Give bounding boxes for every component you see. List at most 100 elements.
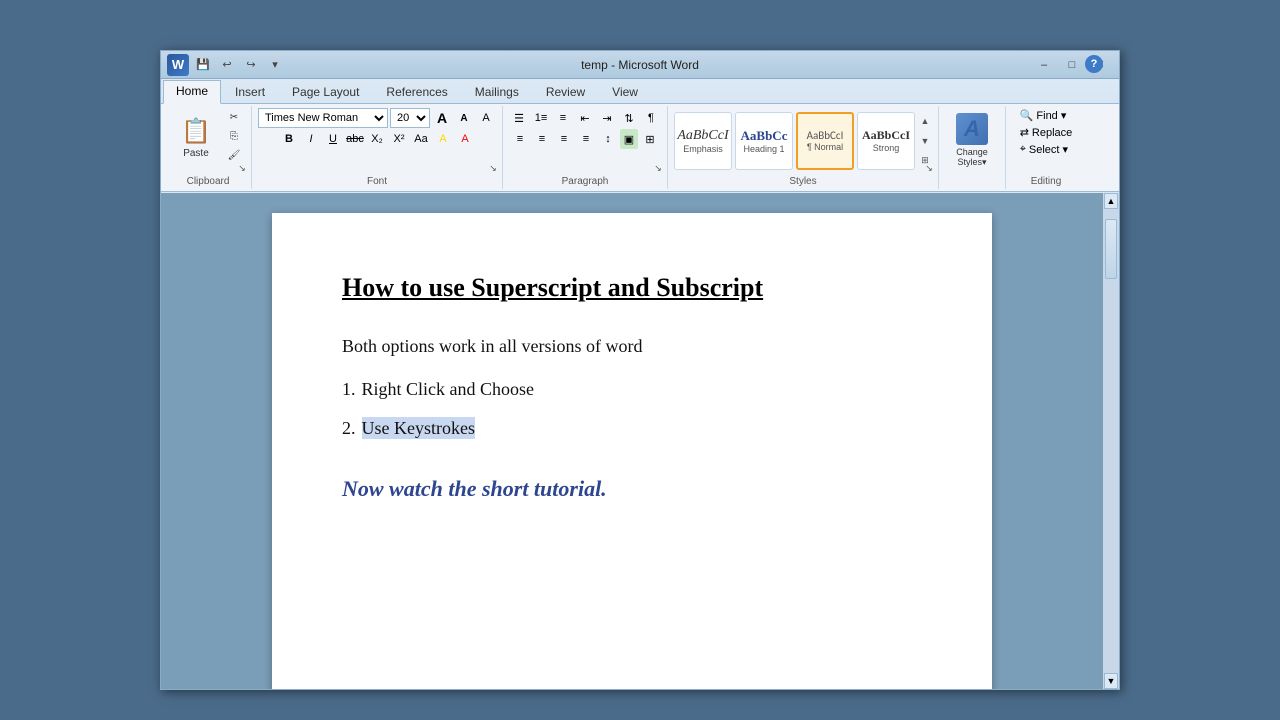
word-window: W 💾 ↩ ↪ ▾ temp - Microsoft Word – □ ✕ Ho…	[160, 50, 1120, 690]
save-qat-button[interactable]: 💾	[193, 56, 213, 74]
strikethrough-button[interactable]: abc	[345, 129, 365, 149]
select-button[interactable]: ⌖ Select ▾	[1016, 142, 1072, 157]
title-bar: W 💾 ↩ ↪ ▾ temp - Microsoft Word – □ ✕	[161, 51, 1119, 79]
cut-button[interactable]: ✂	[223, 108, 245, 126]
font-label: Font	[252, 176, 502, 187]
window-title: temp - Microsoft Word	[581, 58, 699, 72]
style-normal[interactable]: AaBbCcI ¶ Normal	[796, 112, 854, 170]
clipboard-group: 📋 Paste ✂ ⎘ 🖌 Clipboard ↘	[165, 106, 252, 189]
change-styles-button[interactable]: A ChangeStyles▾	[945, 111, 999, 171]
decrease-indent-button[interactable]: ⇤	[575, 108, 595, 128]
style-emphasis[interactable]: AaBbCcI Emphasis	[674, 112, 732, 170]
tab-page-layout[interactable]: Page Layout	[279, 81, 372, 103]
highlight-button[interactable]: A	[433, 129, 453, 149]
replace-button[interactable]: ⇄ Replace	[1016, 125, 1077, 140]
find-label: Find ▾	[1036, 109, 1066, 122]
editing-group: 🔍 Find ▾ ⇄ Replace ⌖ Select ▾ Editing	[1006, 106, 1086, 189]
show-marks-button[interactable]: ¶	[641, 108, 661, 128]
font-size-select[interactable]: 20	[390, 108, 430, 128]
superscript-button[interactable]: X²	[389, 129, 409, 149]
line-spacing-button[interactable]: ↕	[598, 129, 618, 149]
document-area: How to use Superscript and Subscript Bot…	[161, 193, 1119, 689]
styles-up-button[interactable]: ▲	[918, 112, 932, 130]
case-button[interactable]: Aa	[411, 129, 431, 149]
strong-label: Strong	[873, 143, 900, 153]
style-heading1[interactable]: AaBbCc Heading 1	[735, 112, 793, 170]
font-grow-button[interactable]: A	[432, 108, 452, 128]
strong-preview: AaBbCcI	[862, 128, 910, 143]
heading1-label: Heading 1	[743, 144, 784, 154]
scrollbar-thumb[interactable]	[1105, 219, 1117, 279]
scroll-up-button[interactable]: ▲	[1104, 193, 1118, 209]
document-para1: Both options work in all versions of wor…	[342, 333, 922, 360]
clear-format-button[interactable]: A	[476, 108, 496, 128]
tab-mailings[interactable]: Mailings	[462, 81, 532, 103]
font-name-select[interactable]: Times New Roman	[258, 108, 388, 128]
qat-more-button[interactable]: ▾	[265, 56, 285, 74]
find-button[interactable]: 🔍 Find ▾	[1016, 108, 1071, 123]
bullets-button[interactable]: ☰	[509, 108, 529, 128]
align-left-button[interactable]: ≡	[510, 129, 530, 149]
document-heading: How to use Superscript and Subscript	[342, 273, 922, 303]
tab-home[interactable]: Home	[163, 80, 221, 104]
tab-view[interactable]: View	[599, 81, 651, 103]
styles-down-button[interactable]: ▼	[918, 132, 932, 150]
justify-button[interactable]: ≡	[576, 129, 596, 149]
redo-qat-button[interactable]: ↪	[241, 56, 261, 74]
list-num-2: 2.	[342, 415, 356, 442]
paragraph-group: ☰ 1≡ ≡ ⇤ ⇥ ⇅ ¶ ≡ ≡ ≡ ≡ ↕ ▣	[503, 106, 668, 189]
tab-insert[interactable]: Insert	[222, 81, 278, 103]
normal-label: ¶ Normal	[807, 142, 843, 152]
change-styles-content: A ChangeStyles▾	[945, 108, 999, 187]
clipboard-expand-button[interactable]: ↘	[235, 161, 249, 175]
replace-icon: ⇄	[1020, 126, 1029, 139]
align-right-button[interactable]: ≡	[554, 129, 574, 149]
underline-button[interactable]: U	[323, 129, 343, 149]
numbering-button[interactable]: 1≡	[531, 108, 551, 128]
paste-button[interactable]: 📋 Paste	[171, 108, 221, 168]
copy-button[interactable]: ⎘	[223, 127, 245, 145]
paste-icon: 📋	[181, 117, 211, 146]
document-list-item2: 2. Use Keystrokes	[342, 415, 922, 442]
highlighted-text: Use Keystrokes	[362, 417, 475, 439]
ribbon-tabs: Home Insert Page Layout References Maili…	[161, 79, 1119, 103]
heading1-preview: AaBbCc	[741, 128, 788, 144]
borders-button[interactable]: ⊞	[640, 129, 660, 149]
styles-group: AaBbCcI Emphasis AaBbCc Heading 1 AaBbCc…	[668, 106, 939, 189]
minimize-button[interactable]: –	[1031, 56, 1057, 74]
tab-review[interactable]: Review	[533, 81, 598, 103]
font-shrink-button[interactable]: A	[454, 108, 474, 128]
select-label: Select ▾	[1029, 143, 1068, 156]
scrollbar-track	[1104, 209, 1118, 673]
undo-qat-button[interactable]: ↩	[217, 56, 237, 74]
tab-references[interactable]: References	[373, 81, 460, 103]
subscript-button[interactable]: X₂	[367, 129, 387, 149]
align-center-button[interactable]: ≡	[532, 129, 552, 149]
change-styles-icon: A	[956, 113, 988, 145]
shading-button[interactable]: ▣	[620, 129, 638, 149]
ribbon: Home Insert Page Layout References Maili…	[161, 79, 1119, 192]
multilevel-button[interactable]: ≡	[553, 108, 573, 128]
normal-preview: AaBbCcI	[807, 129, 844, 142]
tutorial-heading: Now watch the short tutorial.	[342, 472, 922, 505]
help-button[interactable]: ?	[1085, 55, 1103, 73]
maximize-button[interactable]: □	[1059, 56, 1085, 74]
increase-indent-button[interactable]: ⇥	[597, 108, 617, 128]
scroll-down-button[interactable]: ▼	[1104, 673, 1118, 689]
editing-label: Editing	[1006, 176, 1086, 187]
italic-button[interactable]: I	[301, 129, 321, 149]
font-row-2: B I U abc X₂ X² Aa A A	[279, 129, 475, 149]
styles-label: Styles	[668, 176, 938, 187]
find-icon: 🔍	[1020, 109, 1034, 122]
styles-expand-button[interactable]: ↘	[922, 161, 936, 175]
clipboard-small-buttons: ✂ ⎘ 🖌	[223, 108, 245, 164]
document-scroll-area: How to use Superscript and Subscript Bot…	[161, 193, 1103, 689]
font-expand-button[interactable]: ↘	[486, 161, 500, 175]
para-row-2: ≡ ≡ ≡ ≡ ↕ ▣ ⊞	[510, 129, 660, 149]
sort-button[interactable]: ⇅	[619, 108, 639, 128]
font-color-button[interactable]: A	[455, 129, 475, 149]
para-expand-button[interactable]: ↘	[651, 161, 665, 175]
vertical-scrollbar: ▲ ▼	[1103, 193, 1119, 689]
bold-button[interactable]: B	[279, 129, 299, 149]
style-strong[interactable]: AaBbCcI Strong	[857, 112, 915, 170]
